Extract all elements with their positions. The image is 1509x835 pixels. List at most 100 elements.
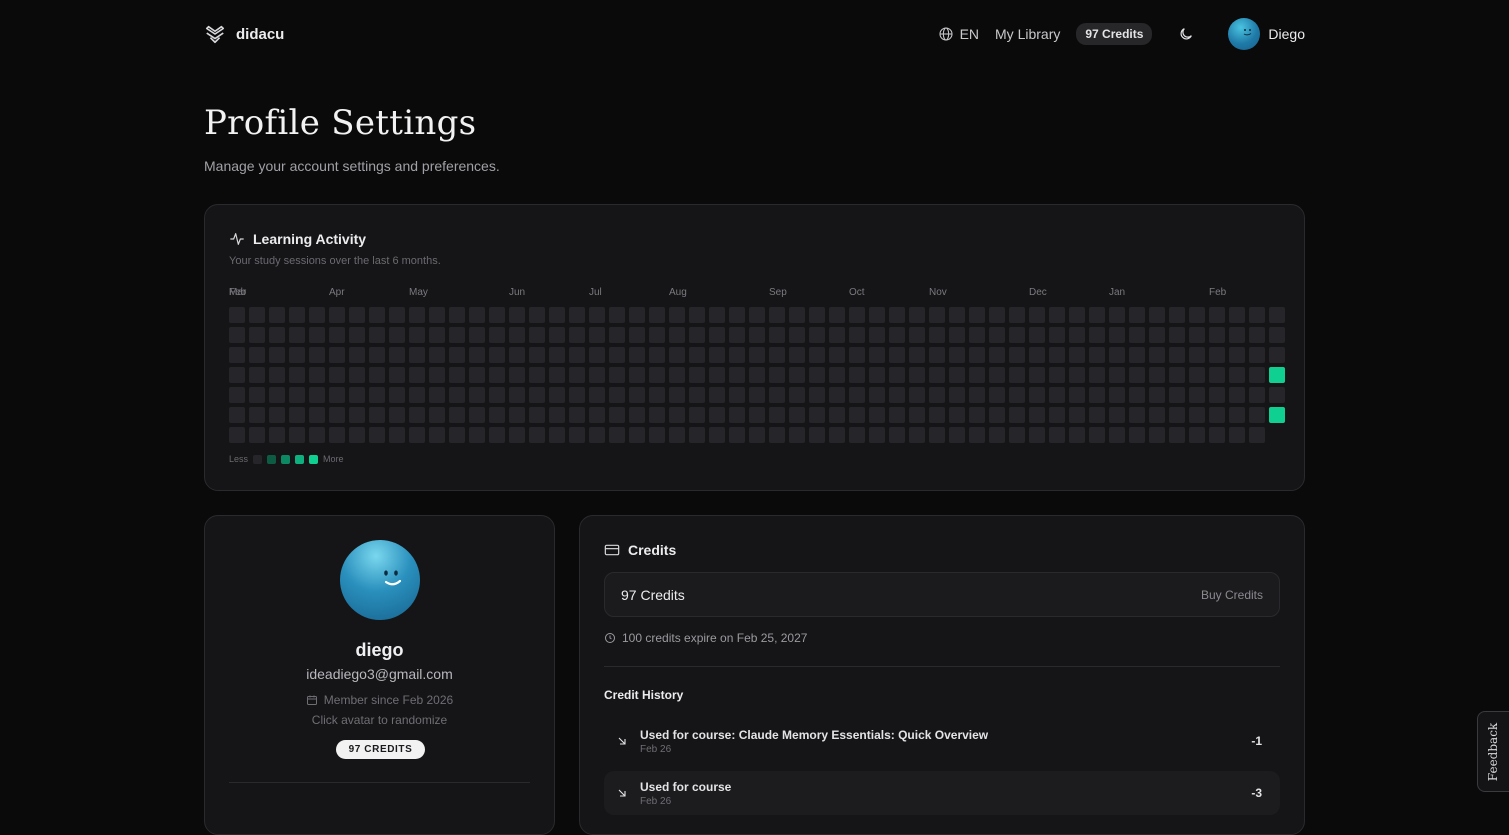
avatar-face-icon bbox=[1244, 29, 1252, 36]
heatmap-cell bbox=[1229, 307, 1245, 323]
feedback-tab[interactable]: Feedback bbox=[1477, 711, 1509, 792]
heatmap-cell bbox=[229, 307, 245, 323]
heatmap-cell bbox=[749, 407, 765, 423]
heatmap-cell bbox=[629, 307, 645, 323]
heatmap-cell bbox=[949, 347, 965, 363]
heatmap-cell bbox=[909, 387, 925, 403]
heatmap-cell bbox=[809, 307, 825, 323]
heatmap-cell bbox=[909, 367, 925, 383]
heatmap-cell bbox=[349, 407, 365, 423]
heatmap-cell bbox=[429, 407, 445, 423]
heatmap-cell bbox=[789, 347, 805, 363]
heatmap-cell bbox=[869, 387, 885, 403]
heatmap-cell bbox=[1169, 427, 1185, 443]
heatmap-cell bbox=[949, 367, 965, 383]
user-menu[interactable]: Diego bbox=[1228, 18, 1305, 50]
heatmap-cell bbox=[1169, 327, 1185, 343]
heatmap-cell bbox=[269, 427, 285, 443]
brand-logo[interactable]: didacu bbox=[204, 23, 284, 45]
activity-header: Learning Activity bbox=[229, 231, 366, 247]
heatmap-cell bbox=[1229, 387, 1245, 403]
heatmap-cell bbox=[1029, 407, 1045, 423]
credits-expiry-text: 100 credits expire on Feb 25, 2027 bbox=[622, 631, 808, 645]
heatmap-cell bbox=[449, 387, 465, 403]
heatmap-cell bbox=[989, 407, 1005, 423]
heatmap-cell bbox=[1189, 327, 1205, 343]
heatmap-cell bbox=[1189, 407, 1205, 423]
heatmap-cell bbox=[309, 407, 325, 423]
heatmap-cell bbox=[789, 367, 805, 383]
credits-expiry: 100 credits expire on Feb 25, 2027 bbox=[604, 631, 807, 645]
heatmap-cell bbox=[409, 407, 425, 423]
heatmap-cell bbox=[989, 387, 1005, 403]
heatmap-cell bbox=[449, 367, 465, 383]
heatmap-cell bbox=[409, 327, 425, 343]
heatmap-cell bbox=[1169, 307, 1185, 323]
heatmap-cell bbox=[1149, 407, 1165, 423]
heatmap-cell bbox=[1069, 387, 1085, 403]
buy-credits-button[interactable]: Buy Credits bbox=[1201, 588, 1263, 602]
heatmap-cell bbox=[929, 387, 945, 403]
heatmap-cell bbox=[1129, 427, 1145, 443]
heatmap-cell bbox=[649, 307, 665, 323]
heatmap-cell bbox=[1109, 387, 1125, 403]
month-label: Jul bbox=[589, 287, 602, 298]
history-amount: -1 bbox=[1251, 734, 1262, 748]
heatmap-cell bbox=[749, 307, 765, 323]
heatmap-cell bbox=[689, 347, 705, 363]
heatmap-cell bbox=[1209, 307, 1225, 323]
heatmap-cell bbox=[809, 347, 825, 363]
heatmap-cell bbox=[349, 327, 365, 343]
credits-pill[interactable]: 97 Credits bbox=[1076, 23, 1153, 45]
profile-avatar[interactable] bbox=[340, 540, 420, 620]
heatmap-cell bbox=[1029, 347, 1045, 363]
heatmap-cell bbox=[1129, 347, 1145, 363]
heatmap-cell bbox=[429, 347, 445, 363]
heatmap-cell bbox=[749, 387, 765, 403]
heatmap-cell bbox=[769, 387, 785, 403]
heatmap-cell bbox=[669, 327, 685, 343]
heatmap-cell bbox=[769, 327, 785, 343]
heatmap-cell bbox=[809, 387, 825, 403]
heatmap-cell bbox=[529, 327, 545, 343]
heatmap-cell bbox=[429, 307, 445, 323]
heatmap-cell bbox=[969, 427, 985, 443]
heatmap-cell bbox=[1229, 427, 1245, 443]
heatmap-cell bbox=[309, 387, 325, 403]
heatmap-cell bbox=[1129, 407, 1145, 423]
heatmap-cell bbox=[229, 427, 245, 443]
heatmap-cell bbox=[869, 427, 885, 443]
month-label: Dec bbox=[1029, 287, 1047, 298]
heatmap-cell bbox=[389, 387, 405, 403]
heatmap-cell bbox=[229, 327, 245, 343]
heatmap-cell bbox=[669, 407, 685, 423]
heatmap-cell bbox=[569, 367, 585, 383]
heatmap-cell bbox=[1189, 307, 1205, 323]
heatmap-cell bbox=[1009, 387, 1025, 403]
language-switcher[interactable]: EN bbox=[938, 26, 979, 42]
heatmap-cell bbox=[1249, 347, 1265, 363]
legend-less: Less bbox=[229, 454, 249, 464]
heatmap-cell bbox=[929, 367, 945, 383]
month-label: Oct bbox=[849, 287, 865, 298]
moon-icon[interactable] bbox=[1178, 26, 1194, 42]
heatmap-cell bbox=[389, 407, 405, 423]
heatmap-cell bbox=[1209, 387, 1225, 403]
profile-name: diego bbox=[355, 640, 404, 660]
heatmap-cell bbox=[1169, 387, 1185, 403]
heatmap-cell bbox=[509, 307, 525, 323]
avatar-face-icon bbox=[384, 570, 402, 586]
member-since-text: Member since Feb 2026 bbox=[323, 693, 454, 707]
heatmap-cell bbox=[1069, 367, 1085, 383]
heatmap-cell bbox=[709, 307, 725, 323]
heatmap-cell bbox=[409, 307, 425, 323]
heatmap-cell bbox=[309, 427, 325, 443]
my-library-link[interactable]: My Library bbox=[995, 26, 1060, 42]
heatmap-cell bbox=[309, 367, 325, 383]
heatmap-cell bbox=[1189, 427, 1205, 443]
heatmap-cell bbox=[569, 427, 585, 443]
credits-badge: 97 CREDITS bbox=[336, 740, 425, 759]
heatmap-cell bbox=[1209, 327, 1225, 343]
legend-square bbox=[267, 454, 277, 464]
heatmap-cell bbox=[629, 407, 645, 423]
